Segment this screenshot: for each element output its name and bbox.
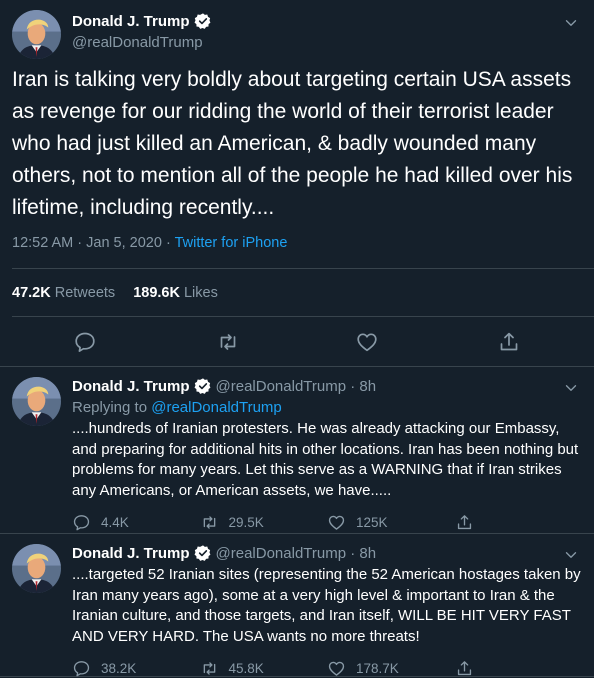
reply-action[interactable]: 4.4K bbox=[72, 513, 200, 532]
reply-actions: 38.2K 45.8K 178.7K bbox=[72, 659, 582, 678]
avatar[interactable] bbox=[12, 377, 61, 426]
reply-actions: 4.4K 29.5K 125K bbox=[72, 513, 582, 532]
verified-badge-icon bbox=[194, 12, 212, 30]
retweets-count: 47.2K bbox=[12, 285, 51, 301]
retweets-stat[interactable]: 47.2K Retweets bbox=[12, 285, 115, 301]
chevron-down-icon[interactable] bbox=[562, 14, 580, 32]
reply-icon bbox=[72, 513, 91, 532]
retweet-icon[interactable] bbox=[216, 330, 240, 354]
profile-photo bbox=[12, 377, 61, 426]
reply-count: 4.4K bbox=[101, 515, 129, 530]
handle-and-time[interactable]: @realDonaldTrump · 8h bbox=[216, 378, 377, 395]
avatar[interactable] bbox=[12, 544, 61, 593]
share-action[interactable] bbox=[455, 659, 583, 678]
verified-badge-icon bbox=[194, 544, 212, 562]
like-icon[interactable] bbox=[355, 330, 379, 354]
author-name[interactable]: Donald J. Trump bbox=[72, 13, 190, 30]
author-name-row[interactable]: Donald J. Trump bbox=[72, 12, 212, 30]
reply-tweet[interactable]: Donald J. Trump @realDonaldTrump · 8h ..… bbox=[0, 534, 594, 677]
reply-count: 38.2K bbox=[101, 661, 137, 676]
share-icon bbox=[455, 513, 474, 532]
profile-photo bbox=[12, 10, 61, 59]
likes-label: Likes bbox=[183, 285, 218, 301]
share-icon[interactable] bbox=[497, 330, 521, 354]
main-tweet: Donald J. Trump @realDonaldTrump Iran is… bbox=[0, 0, 594, 367]
reply-action[interactable]: 38.2K bbox=[72, 659, 200, 678]
share-icon bbox=[455, 659, 474, 678]
reply-body: Donald J. Trump @realDonaldTrump · 8h ..… bbox=[72, 544, 582, 678]
retweet-action[interactable]: 29.5K bbox=[200, 513, 328, 532]
like-icon bbox=[327, 513, 346, 532]
likes-count: 189.6K bbox=[133, 285, 180, 301]
engagement-stats: 47.2K Retweets 189.6K Likes bbox=[12, 285, 218, 301]
retweet-count: 29.5K bbox=[228, 515, 264, 530]
avatar[interactable] bbox=[12, 10, 61, 59]
tweet-source[interactable]: Twitter for iPhone bbox=[175, 235, 288, 251]
like-action[interactable]: 125K bbox=[327, 513, 455, 532]
reply-text: ....targeted 52 Iranian sites (represent… bbox=[72, 566, 581, 645]
retweets-label: Retweets bbox=[54, 285, 116, 301]
tweet-text: Iran is talking very boldly about target… bbox=[12, 68, 573, 219]
retweet-icon bbox=[200, 513, 219, 532]
author-block: Donald J. Trump @realDonaldTrump bbox=[72, 12, 212, 51]
likes-stat[interactable]: 189.6K Likes bbox=[133, 285, 218, 301]
like-icon bbox=[327, 659, 346, 678]
replying-to: Replying to @realDonaldTrump bbox=[72, 399, 582, 416]
tweet-actions bbox=[0, 330, 594, 356]
meta-separator: · bbox=[161, 235, 175, 251]
like-action[interactable]: 178.7K bbox=[327, 659, 455, 678]
divider bbox=[12, 268, 594, 269]
reply-header: Donald J. Trump @realDonaldTrump · 8h bbox=[72, 377, 582, 395]
like-count: 178.7K bbox=[356, 661, 399, 676]
share-action[interactable] bbox=[455, 513, 583, 532]
author-name[interactable]: Donald J. Trump bbox=[72, 545, 190, 562]
reply-icon bbox=[72, 659, 91, 678]
author-handle[interactable]: @realDonaldTrump bbox=[72, 34, 212, 51]
retweet-count: 45.8K bbox=[228, 661, 264, 676]
replying-to-handle[interactable]: @realDonaldTrump bbox=[151, 399, 282, 416]
like-count: 125K bbox=[356, 515, 388, 530]
retweet-icon bbox=[200, 659, 219, 678]
verified-badge-icon bbox=[194, 377, 212, 395]
divider bbox=[12, 316, 594, 317]
reply-tweet[interactable]: Donald J. Trump @realDonaldTrump · 8h Re… bbox=[0, 367, 594, 534]
author-name[interactable]: Donald J. Trump bbox=[72, 378, 190, 395]
reply-icon[interactable] bbox=[73, 330, 97, 354]
timestamp[interactable]: 12:52 AM · Jan 5, 2020 bbox=[12, 235, 162, 251]
retweet-action[interactable]: 45.8K bbox=[200, 659, 328, 678]
replying-to-label: Replying to bbox=[72, 399, 148, 416]
profile-photo bbox=[12, 544, 61, 593]
reply-header: Donald J. Trump @realDonaldTrump · 8h bbox=[72, 544, 582, 562]
tweet-meta: 12:52 AM · Jan 5, 2020 · Twitter for iPh… bbox=[12, 235, 287, 251]
reply-body: Donald J. Trump @realDonaldTrump · 8h Re… bbox=[72, 377, 582, 532]
handle-and-time[interactable]: @realDonaldTrump · 8h bbox=[216, 545, 377, 562]
reply-text: ....hundreds of Iranian protesters. He w… bbox=[72, 420, 579, 499]
